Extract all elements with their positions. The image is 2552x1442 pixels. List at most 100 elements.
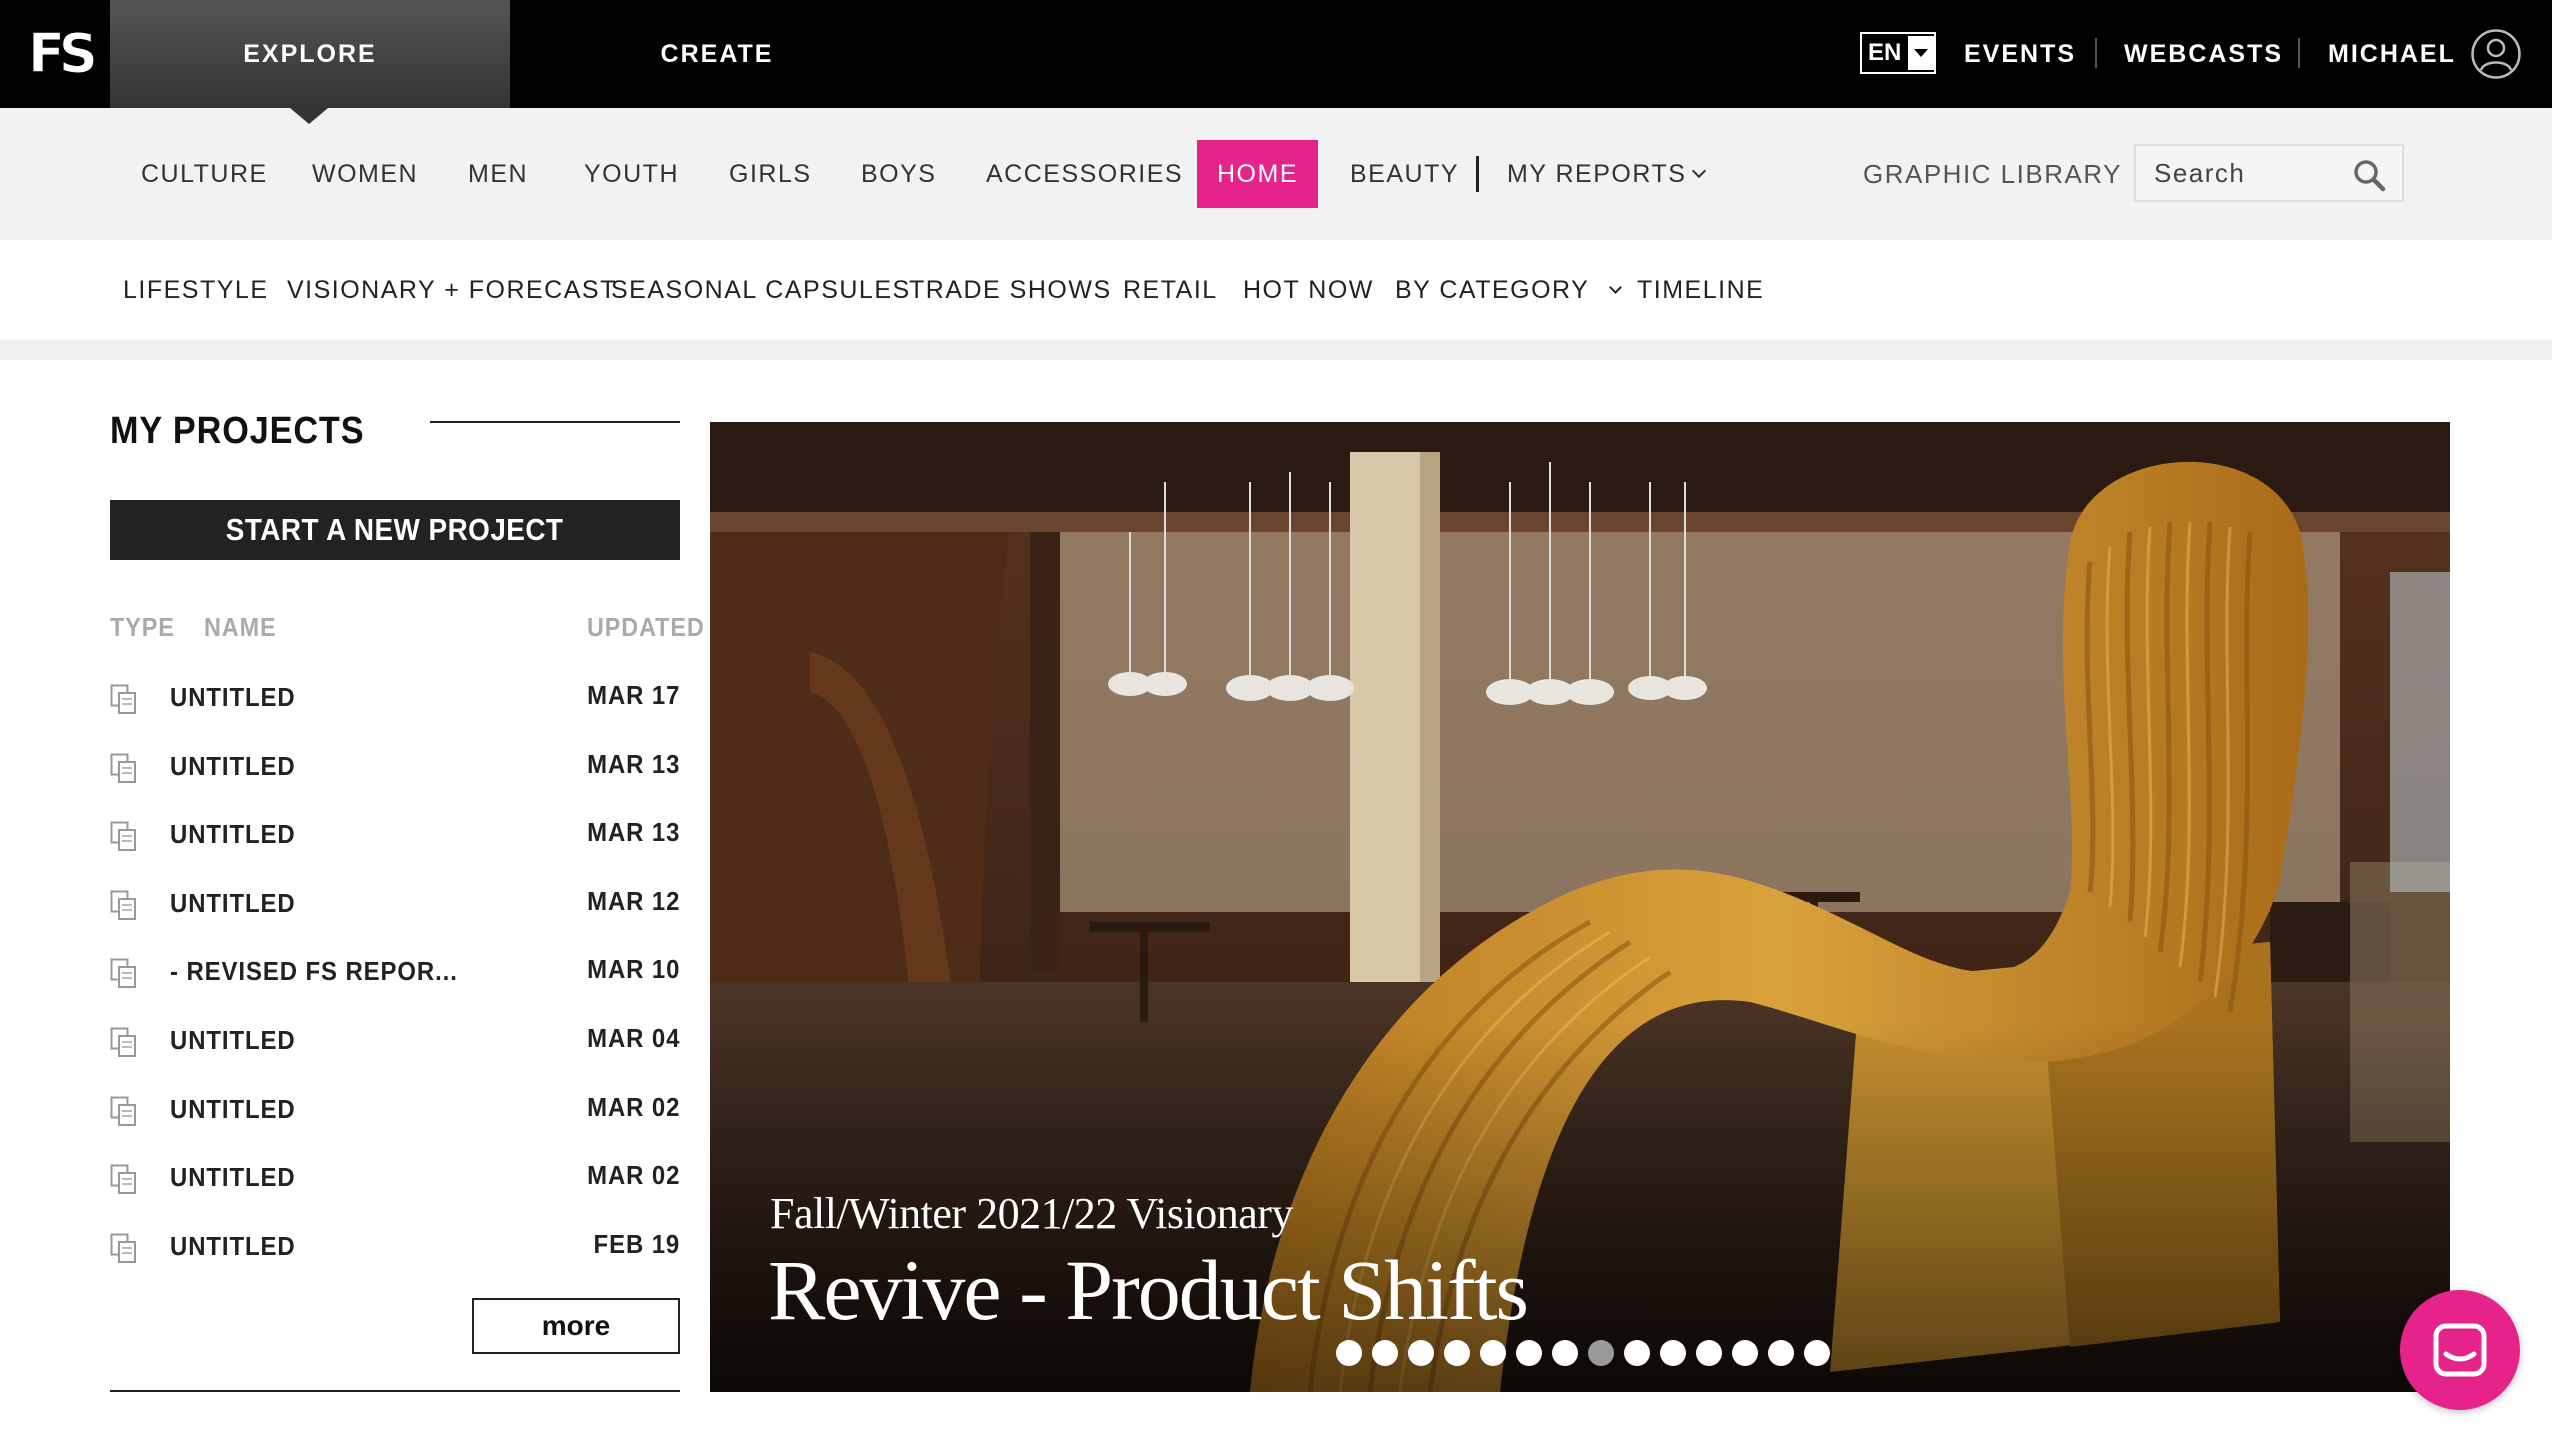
project-copy-icon [110, 958, 138, 990]
chat-icon [2433, 1323, 2487, 1377]
subnav-retail[interactable]: RETAIL [1123, 240, 1218, 340]
project-row[interactable]: UNTITLED FEB 19 [110, 1215, 680, 1275]
carousel-dot[interactable] [1480, 1340, 1506, 1366]
subnav-timeline[interactable]: TIMELINE [1637, 240, 1764, 340]
category-label: GIRLS [729, 159, 812, 188]
more-button[interactable]: more [472, 1298, 680, 1354]
carousel-dot[interactable] [1768, 1340, 1794, 1366]
tab-explore[interactable]: EXPLORE [110, 0, 510, 108]
tab-create-label: CREATE [660, 39, 774, 68]
subnav-by-category[interactable]: BY CATEGORY [1395, 240, 1623, 340]
project-row[interactable]: UNTITLED MAR 04 [110, 1009, 680, 1069]
carousel-dot[interactable] [1552, 1340, 1578, 1366]
category-beauty[interactable]: BEAUTY [1350, 140, 1459, 208]
fs-logo[interactable]: FS [28, 22, 108, 85]
carousel-dot[interactable] [1372, 1340, 1398, 1366]
my-reports-label: MY REPORTS [1507, 159, 1687, 188]
subnav-label: HOT NOW [1243, 275, 1374, 304]
project-name: UNTITLED [170, 1162, 296, 1193]
search-input[interactable] [2136, 157, 2346, 189]
search-icon[interactable] [2352, 158, 2386, 192]
webcasts-link[interactable]: WEBCASTS [2124, 0, 2283, 108]
carousel-dot[interactable] [1588, 1340, 1614, 1366]
category-girls[interactable]: GIRLS [729, 140, 812, 208]
project-date: FEB 19 [593, 1228, 680, 1259]
column-header-type[interactable]: TYPE [110, 612, 175, 643]
user-avatar-icon[interactable] [2470, 28, 2522, 80]
events-link[interactable]: EVENTS [1964, 0, 2076, 108]
subnav-lifestyle[interactable]: LIFESTYLE [123, 240, 269, 340]
user-menu[interactable]: MICHAEL [2328, 0, 2456, 108]
my-reports-dropdown[interactable]: MY REPORTS [1507, 140, 1707, 208]
project-date: MAR 04 [586, 1023, 680, 1053]
category-women[interactable]: WOMEN [312, 140, 418, 208]
category-label: BEAUTY [1350, 159, 1460, 188]
project-row[interactable]: UNTITLED MAR 13 [110, 735, 680, 795]
project-name: UNTITLED [170, 682, 296, 712]
tab-create[interactable]: CREATE [510, 0, 924, 108]
project-row[interactable]: UNTITLED MAR 02 [110, 1078, 680, 1138]
project-copy-icon [110, 821, 138, 853]
category-men[interactable]: MEN [468, 140, 528, 208]
hero-title: Revive - Product Shifts [768, 1242, 1529, 1338]
subnav-label: LIFESTYLE [123, 275, 269, 304]
carousel-dot[interactable] [1732, 1340, 1758, 1366]
search-box [2134, 144, 2404, 202]
project-copy-icon [110, 1233, 138, 1265]
project-row[interactable]: UNTITLED MAR 02 [110, 1146, 680, 1206]
category-culture[interactable]: CULTURE [141, 140, 268, 208]
hero-subtitle: Fall/Winter 2021/22 Visionary [770, 1189, 1293, 1238]
project-name: UNTITLED [170, 1025, 296, 1055]
category-label: WOMEN [312, 159, 419, 188]
project-name: UNTITLED [170, 1230, 296, 1261]
hero-banner[interactable]: Fall/Winter 2021/22 Visionary Revive - P… [710, 422, 2450, 1392]
start-new-project-label: START A NEW PROJECT [226, 512, 564, 547]
carousel-dot[interactable] [1408, 1340, 1434, 1366]
my-projects-title: MY PROJECTS [110, 410, 365, 452]
project-row[interactable]: - REVISED FS REPOR... MAR 10 [110, 940, 680, 1000]
carousel-dot[interactable] [1336, 1340, 1362, 1366]
category-boys[interactable]: BOYS [861, 140, 936, 208]
project-copy-icon [110, 1096, 138, 1128]
project-copy-icon [110, 1164, 138, 1196]
category-home[interactable]: HOME [1197, 140, 1318, 208]
project-row[interactable]: UNTITLED MAR 17 [110, 666, 680, 726]
project-row[interactable]: UNTITLED MAR 13 [110, 803, 680, 863]
subnav-hot-now[interactable]: HOT NOW [1243, 240, 1374, 340]
project-name: UNTITLED [170, 819, 296, 850]
chevron-down-icon [1609, 280, 1623, 294]
logo-text: FS [28, 22, 99, 85]
project-row[interactable]: UNTITLED MAR 12 [110, 872, 680, 932]
category-youth[interactable]: YOUTH [584, 140, 679, 208]
project-copy-icon [110, 890, 138, 922]
carousel-dot[interactable] [1624, 1340, 1650, 1366]
caret-down-icon [1908, 36, 1934, 70]
carousel-dot[interactable] [1444, 1340, 1470, 1366]
subnav-seasonal-capsules[interactable]: SEASONAL CAPSULES [611, 240, 911, 340]
carousel-dot[interactable] [1804, 1340, 1830, 1366]
carousel-dot[interactable] [1516, 1340, 1542, 1366]
start-new-project-button[interactable]: START A NEW PROJECT [110, 500, 680, 560]
project-date: MAR 13 [586, 748, 680, 779]
graphic-library-link[interactable]: GRAPHIC LIBRARY [1863, 140, 2122, 208]
events-label: EVENTS [1964, 39, 2077, 68]
top-bar: FS EXPLORE CREATE EN EVENTS WEBCASTS MIC… [0, 0, 2552, 108]
tab-explore-label: EXPLORE [243, 39, 377, 68]
carousel-dot[interactable] [1696, 1340, 1722, 1366]
subnav-trade-shows[interactable]: TRADE SHOWS [909, 240, 1112, 340]
chat-launcher-button[interactable] [2400, 1290, 2520, 1410]
project-name: - REVISED FS REPOR... [170, 956, 458, 987]
language-code: EN [1868, 39, 1902, 66]
project-name: UNTITLED [170, 887, 296, 918]
subnav-label: RETAIL [1123, 275, 1218, 304]
category-accessories[interactable]: ACCESSORIES [986, 140, 1183, 208]
sub-navigation: LIFESTYLE VISIONARY + FORECAST SEASONAL … [0, 240, 2552, 340]
column-header-updated[interactable]: UPDATED [587, 612, 705, 643]
subnav-label: VISIONARY + FORECAST [287, 275, 617, 304]
section-rule [110, 1390, 680, 1392]
carousel-dot[interactable] [1660, 1340, 1686, 1366]
subnav-visionary-forecast[interactable]: VISIONARY + FORECAST [287, 240, 617, 340]
title-rule [430, 421, 680, 423]
column-header-name[interactable]: NAME [204, 612, 277, 643]
language-select[interactable]: EN [1860, 32, 1936, 74]
